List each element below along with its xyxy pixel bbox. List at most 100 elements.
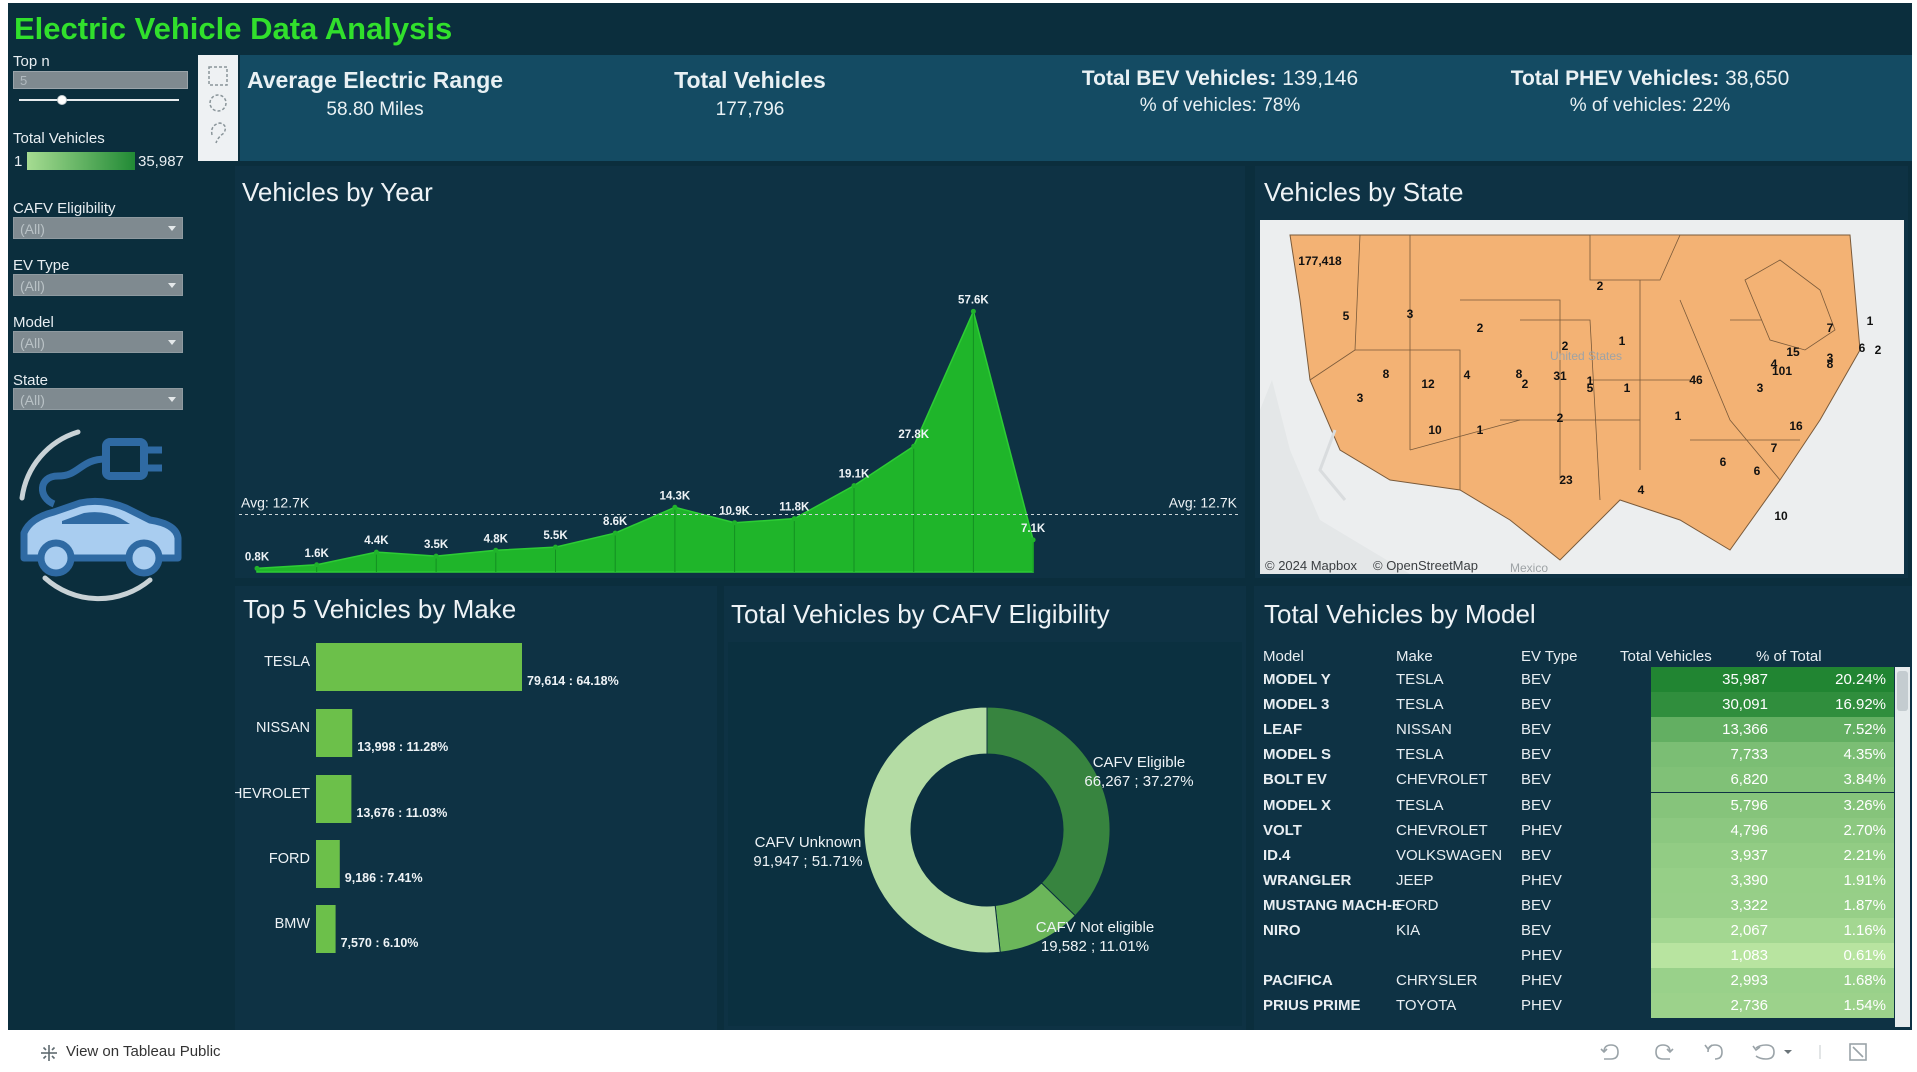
revert-icon[interactable] [1704,1044,1723,1060]
cafv-slice [863,706,1001,954]
radial-select-icon[interactable] [209,94,227,112]
make-bar [316,840,340,888]
make-bar [316,643,522,691]
state-count-label: 1 [1867,314,1874,328]
map-tools-toolbar [198,55,238,161]
tableau-logo-icon [41,1045,57,1061]
state-count-label: 1 [1624,381,1631,395]
make-category-label: NISSAN [256,720,310,736]
state-count-label: 1 [1619,334,1626,348]
state-count-label: 6 [1859,341,1866,355]
table-scrollbar[interactable] [1895,667,1910,1027]
state-count-label: 2 [1875,343,1882,357]
make-bar [316,775,352,823]
lasso-select-icon[interactable] [210,122,227,144]
state-count-label: 5 [1343,309,1350,323]
chevron-down-icon [168,226,176,231]
state-count-label: 2 [1597,279,1604,293]
year-data-label: 4.4K [364,535,389,547]
state-count-label: 177,418 [1298,254,1342,268]
year-point [433,553,439,559]
make-data-label: 79,614 : 64.18% [527,674,619,688]
average-label-left: Avg: 12.7K [241,495,310,511]
year-point [254,565,260,571]
view-on-tableau-link[interactable]: View on Tableau Public [66,1043,221,1060]
table-scrollbar-thumb[interactable] [1897,671,1908,711]
rect-select-icon[interactable] [208,66,228,86]
us-state-map[interactable]: 177,4185 322127 16 28 4 8 31 1 4615 343101 8312 2 5 1… [1260,220,1904,574]
state-count-label: 3 [1357,391,1364,405]
state-filter-dropdown[interactable]: (All) [13,388,183,410]
year-point [314,562,320,568]
year-data-label: 0.8K [245,551,270,563]
state-count-label: 7 [1771,441,1778,455]
kpi-phev-pct-label: % of vehicles: [1569,95,1687,116]
state-count-label: 15 [1786,345,1800,359]
cafv-filter-label: CAFV Eligibility [13,200,116,217]
state-filter-label: State [13,372,49,389]
evtype-filter-label: EV Type [13,257,70,274]
state-count-label: 31 [1553,369,1567,383]
state-count-label: 5 [1587,381,1594,395]
kpi-phev-title: Total PHEV Vehicles: [1510,67,1720,90]
year-data-label: 14.3K [660,490,691,502]
state-filter-value: (All) [20,392,45,408]
state-count-label: 7 [1827,321,1834,335]
model-filter-dropdown[interactable]: (All) [13,331,183,353]
kpi-bev-pct-value: 78% [1262,95,1301,116]
vehicles-by-year-chart[interactable]: 0.8K 1.6K 4.4K 3.5K 4.8K 5.5K 8.6K 14.3K 10.9K 11… [235,166,1245,578]
state-count-label: 3 [1407,307,1414,321]
year-point [851,483,857,489]
map-country-label: United States [1550,349,1622,363]
model-filter-value: (All) [20,335,45,351]
cafv-slice-label: CAFV Not eligible [1036,919,1154,936]
top-makes-bar-chart[interactable]: TESLA 79,614 : 64.18% NISSAN 13,998 : 11.28… [235,586,717,1030]
year-point [493,547,499,553]
state-count-label: 8 [1827,357,1834,371]
topn-slider-track[interactable] [19,99,179,101]
cafv-donut-chart[interactable]: CAFV Eligible 66,267 ; 37.27% CAFV Not eli… [724,586,1246,1030]
evtype-filter-dropdown[interactable]: (All) [13,274,183,296]
kpi-phev: Total PHEV Vehicles: 38,650 [1480,67,1820,91]
kpi-banner: Average Electric Range 58.80 Miles Total… [240,55,1912,161]
redo-icon[interactable] [1655,1044,1674,1060]
kpi-bev-pct: % of vehicles: 78% [1060,95,1380,117]
make-data-label: 13,998 : 11.28% [357,740,448,754]
year-data-label: 5.5K [543,530,568,542]
map-tools-icons [208,66,228,144]
cafv-slice-value: 66,267 ; 37.27% [1084,773,1193,790]
map-attribution-mapbox[interactable]: © 2024 Mapbox [1265,558,1357,573]
undo-icon[interactable] [1600,1044,1619,1060]
legend-max: 35,987 [138,153,184,170]
ev-charging-car-icon [19,429,182,602]
state-count-label: 6 [1720,455,1727,469]
cafv-filter-dropdown[interactable]: (All) [13,217,183,239]
kpi-bev-pct-label: % of vehicles: [1139,95,1257,116]
kpi-total-value: 177,796 [715,99,785,120]
make-category-label: FORD [269,851,310,867]
cafv-panel: Total Vehicles by CAFV Eligibility CAFV … [724,586,1246,1030]
chevron-down-icon [168,340,176,345]
make-bar [316,709,353,757]
chevron-down-icon[interactable] [1784,1050,1792,1054]
year-data-label: 1.6K [305,548,330,560]
map-attribution-osm[interactable]: © OpenStreetMap [1373,558,1478,573]
model-table-panel: Total Vehicles by Model [1254,586,1912,1030]
make-data-label: 13,676 : 11.03% [356,806,447,820]
evtype-filter-value: (All) [20,278,45,294]
state-count-label: 2 [1477,321,1484,335]
topn-input[interactable]: 5 [13,71,188,89]
vehicles-by-state-panel: Vehicles by State 177,418 5 3 2 2 1 2 7 … [1255,166,1908,578]
state-count-label: 1 [1477,423,1484,437]
topn-slider-thumb[interactable] [57,95,68,105]
year-data-label: 8.6K [603,516,628,528]
tableau-footer: View on Tableau Public [0,1030,1917,1072]
fullscreen-icon[interactable] [1849,1043,1867,1061]
state-count-label: 101 [1772,364,1792,378]
refresh-icon[interactable] [1752,1044,1775,1060]
make-category-label: TESLA [264,654,310,670]
cafv-slice-value: 19,582 ; 11.01% [1041,938,1149,955]
state-count-label: 1 [1675,409,1682,423]
state-count-label: 4 [1638,483,1645,497]
year-data-label: 10.9K [719,506,750,518]
